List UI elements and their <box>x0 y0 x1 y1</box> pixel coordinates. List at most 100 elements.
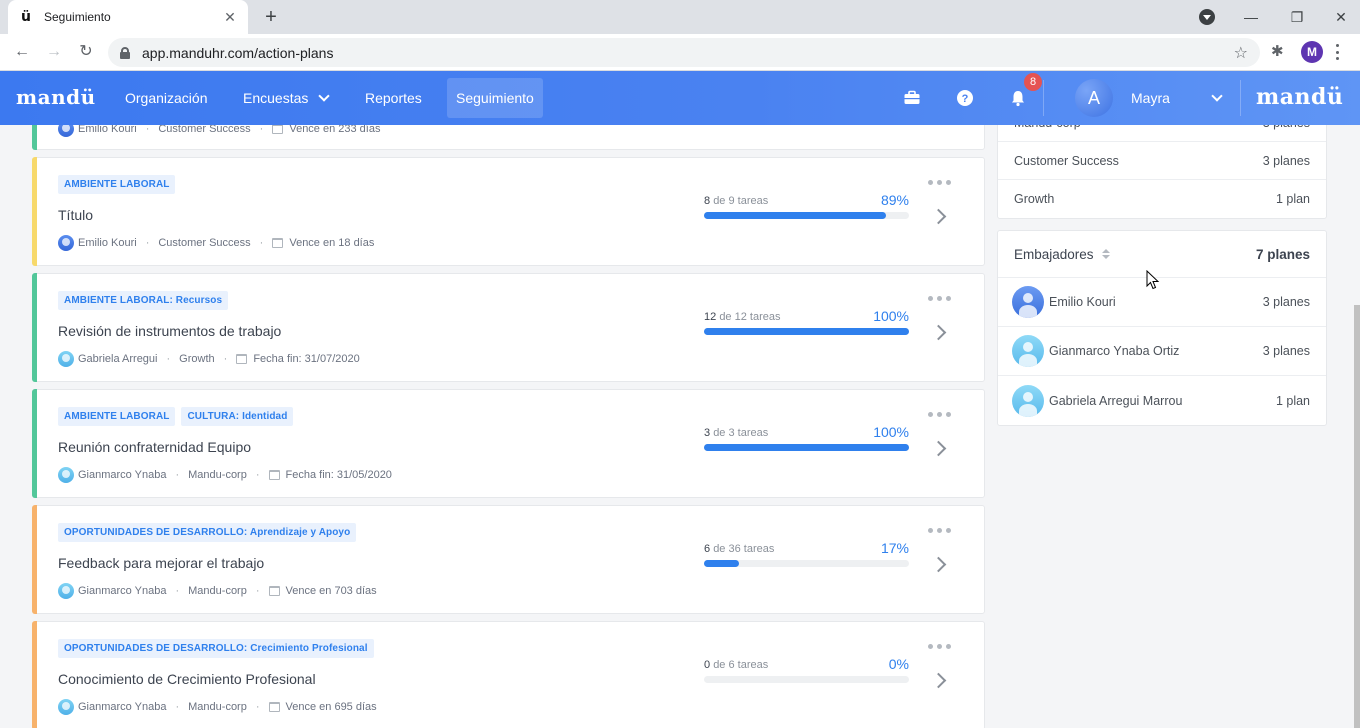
help-icon[interactable]: ? <box>956 89 974 107</box>
chevron-right-icon[interactable] <box>930 440 947 457</box>
bell-icon[interactable] <box>1009 89 1027 107</box>
favicon-icon: ü <box>21 9 31 25</box>
more-options-icon[interactable] <box>928 296 951 301</box>
progress-percent: 17% <box>880 540 909 556</box>
plan-card[interactable]: OPORTUNIDADES DE DESARROLLO: Crecimiento… <box>32 621 985 728</box>
mandu-logo[interactable]: mandü <box>16 85 96 109</box>
progress-label: 6 de 36 tareas <box>704 543 774 555</box>
nav-seguimiento[interactable]: Seguimiento <box>447 78 543 118</box>
ambassadors-header: Embajadores 7 planes <box>998 231 1326 278</box>
more-options-icon[interactable] <box>928 180 951 185</box>
plan-card[interactable]: AMBIENTE LABORAL Título Emilio Kouri · C… <box>32 157 985 266</box>
ambassador-row[interactable]: Gabriela Arregui Marrou 1 plan <box>998 376 1326 425</box>
plan-tags: OPORTUNIDADES DE DESARROLLO: Crecimiento… <box>58 639 374 658</box>
browser-menu-icon[interactable] <box>1336 44 1340 60</box>
separator: · <box>223 353 228 365</box>
browser-tabbar: ü Seguimiento ✕ + — ❐ ✕ <box>0 0 1360 34</box>
restore-icon[interactable]: ❐ <box>1274 0 1320 34</box>
progress-percent: 100% <box>873 424 909 440</box>
progress-fill <box>704 328 909 335</box>
nav-encuestas[interactable]: Encuestas <box>234 78 337 118</box>
team-count: 3 planes <box>1262 153 1310 168</box>
back-icon[interactable]: ← <box>12 42 32 62</box>
progress-label: 0 de 6 tareas <box>704 659 768 671</box>
user-avatar[interactable]: A <box>1075 79 1113 117</box>
plan-title[interactable]: Reunión confraternidad Equipo <box>58 439 251 455</box>
separator: · <box>175 469 180 481</box>
profile-avatar[interactable]: M <box>1301 41 1323 63</box>
user-name[interactable]: Mayra <box>1131 90 1170 106</box>
plan-title[interactable]: Revisión de instrumentos de trabajo <box>58 323 281 339</box>
plan-title[interactable]: Feedback para mejorar el trabajo <box>58 555 264 571</box>
profile-menu-icon[interactable] <box>1199 9 1215 25</box>
plan-tag: OPORTUNIDADES DE DESARROLLO: Aprendizaje… <box>58 523 357 542</box>
ambassador-name: Gianmarco Ynaba Ortiz <box>1049 344 1180 358</box>
tasks-done: 3 <box>704 427 711 439</box>
chevron-right-icon[interactable] <box>930 672 947 689</box>
ambassador-row[interactable]: Gianmarco Ynaba Ortiz 3 planes <box>998 327 1326 376</box>
forward-icon[interactable]: → <box>44 42 64 62</box>
tasks-total: de 12 tareas <box>719 311 781 323</box>
browser-toolbar: ← → ↻ app.manduhr.com/action-plans ☆ <box>0 34 1360 71</box>
plan-card[interactable]: OPORTUNIDADES DE DESARROLLO: Aprendizaje… <box>32 505 985 614</box>
progress-percent: 100% <box>873 308 909 324</box>
ambassadors-panel: Embajadores 7 planes Emilio Kouri 3 plan… <box>997 230 1327 426</box>
nav-organizacion[interactable]: Organización <box>116 78 217 118</box>
plan-meta: Gianmarco Ynaba · Mandu-corp · Vence en … <box>58 699 377 715</box>
bookmark-star-icon[interactable]: ☆ <box>1234 43 1248 63</box>
sort-icon[interactable] <box>1101 249 1110 259</box>
tasks-done: 0 <box>704 659 711 671</box>
plan-tags: AMBIENTE LABORAL CULTURA: Identidad <box>58 407 294 426</box>
plan-tag: OPORTUNIDADES DE DESARROLLO: Crecimiento… <box>58 639 374 658</box>
tasks-done: 12 <box>704 311 717 323</box>
mandu-logo-right: mandü <box>1256 84 1344 110</box>
url-text: app.manduhr.com/action-plans <box>142 44 334 61</box>
plan-card[interactable]: AMBIENTE LABORAL CULTURA: Identidad Reuni… <box>32 389 985 498</box>
plan-team: Mandu-corp <box>188 701 247 713</box>
plan-card[interactable]: AMBIENTE LABORAL: Recursos Revisión de i… <box>32 273 985 382</box>
browser-tab[interactable]: ü Seguimiento ✕ <box>8 0 248 34</box>
minimize-icon[interactable]: — <box>1228 0 1274 34</box>
scrollbar-thumb[interactable] <box>1354 305 1360 728</box>
reload-icon[interactable]: ↻ <box>76 42 96 62</box>
owner-avatar <box>58 351 74 367</box>
nav-reportes[interactable]: Reportes <box>356 78 431 118</box>
ambassador-avatar <box>1012 286 1044 318</box>
separator: · <box>166 353 171 365</box>
header-divider <box>1043 80 1044 116</box>
more-options-icon[interactable] <box>928 644 951 649</box>
plan-meta: Gabriela Arregui · Growth · Fecha fin: 3… <box>58 351 360 367</box>
address-bar[interactable]: app.manduhr.com/action-plans ☆ <box>108 38 1260 67</box>
user-menu-chevron-icon[interactable] <box>1211 90 1223 102</box>
separator: · <box>259 237 264 249</box>
calendar-icon <box>272 238 284 248</box>
more-options-icon[interactable] <box>928 412 951 417</box>
new-tab-icon[interactable]: + <box>260 6 282 28</box>
extensions-icon[interactable]: ✱ <box>1271 42 1284 60</box>
separator: · <box>255 585 260 597</box>
ambassadors-total: 7 planes <box>1255 246 1310 262</box>
team-row[interactable]: Customer Success 3 planes <box>998 142 1326 180</box>
tab-title: Seguimiento <box>44 10 111 24</box>
chevron-right-icon[interactable] <box>930 324 947 341</box>
plan-meta: Gianmarco Ynaba · Mandu-corp · Vence en … <box>58 583 377 599</box>
chevron-right-icon[interactable] <box>930 556 947 573</box>
plan-title[interactable]: Título <box>58 207 93 223</box>
progress-fill <box>704 560 739 567</box>
plan-owner: Gianmarco Ynaba <box>78 701 167 713</box>
ambassador-row[interactable]: Emilio Kouri 3 planes <box>998 278 1326 327</box>
more-options-icon[interactable] <box>928 528 951 533</box>
nav-encuestas-label: Encuestas <box>243 90 309 106</box>
plan-title[interactable]: Conocimiento de Crecimiento Profesional <box>58 671 316 687</box>
plan-due: Vence en 18 días <box>289 237 375 249</box>
progress-fill <box>704 444 909 451</box>
close-tab-icon[interactable]: ✕ <box>222 9 238 26</box>
chevron-right-icon[interactable] <box>930 208 947 225</box>
team-row[interactable]: Growth 1 plan <box>998 180 1326 218</box>
plan-tag: AMBIENTE LABORAL <box>58 407 176 426</box>
plan-owner: Gabriela Arregui <box>78 353 158 365</box>
briefcase-icon[interactable] <box>903 89 921 107</box>
separator: · <box>145 237 150 249</box>
window-close-icon[interactable]: ✕ <box>1318 0 1360 34</box>
tasks-total: de 3 tareas <box>713 427 769 439</box>
